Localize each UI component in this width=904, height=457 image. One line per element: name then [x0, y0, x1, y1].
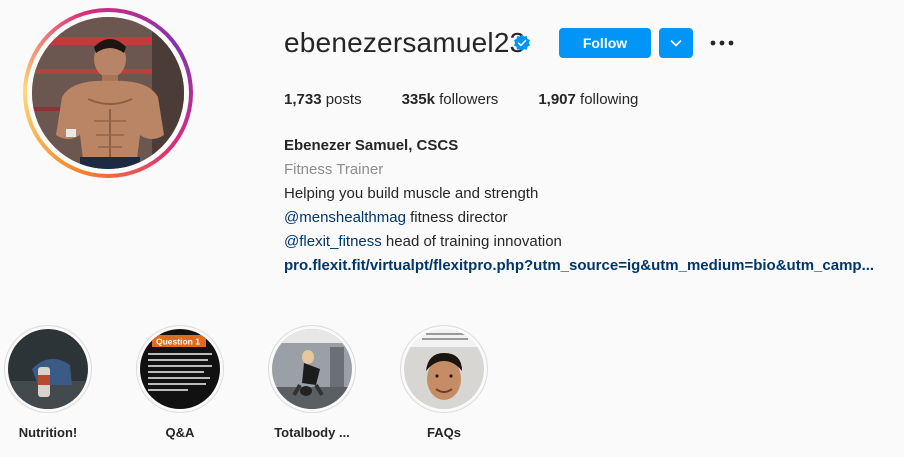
chevron-down-icon — [670, 39, 682, 47]
profile-stats: 1,733 posts 335k followers 1,907 followi… — [284, 91, 678, 108]
highlight-cover-image: Question 1 — [140, 329, 220, 409]
posts-label: posts — [325, 91, 362, 108]
highlight-ring[interactable] — [268, 325, 356, 413]
profile-avatar[interactable] — [32, 17, 184, 169]
bio-external-link[interactable]: pro.flexit.fit/virtualpt/flexitpro.php?u… — [284, 254, 874, 278]
posts-count: 1,733 — [284, 91, 322, 108]
avatar-photo — [32, 17, 184, 169]
bio-mention-line: @menshealthmag fitness director — [284, 206, 874, 230]
followers-count[interactable]: 335k — [402, 91, 435, 108]
highlight-ring[interactable] — [4, 325, 92, 413]
posts-stat: 1,733 posts — [284, 91, 362, 108]
following-stat[interactable]: 1,907 following — [538, 91, 638, 108]
highlight-label: FAQs — [427, 425, 461, 440]
highlight-cover[interactable] — [8, 329, 88, 409]
bio-mention-line: @flexit_fitness head of training innovat… — [284, 230, 874, 254]
bio-line: Helping you build muscle and strength — [284, 185, 539, 202]
suggested-accounts-dropdown-button[interactable] — [659, 28, 693, 58]
highlight-cover[interactable]: Question 1 — [140, 329, 220, 409]
more-options-icon — [710, 40, 734, 46]
followers-stat[interactable]: 335k followers — [402, 91, 499, 108]
highlight-card-title: Question 1 — [156, 337, 200, 347]
verified-badge-icon — [513, 34, 531, 52]
highlight-ring[interactable] — [400, 325, 488, 413]
follow-button[interactable]: Follow — [559, 28, 651, 58]
story-highlight-faqs[interactable]: FAQs — [399, 325, 489, 440]
following-label[interactable]: following — [580, 91, 638, 108]
mention-suffix: fitness director — [405, 209, 508, 226]
mention-link-flexit-fitness[interactable]: @flexit_fitness — [284, 233, 382, 250]
story-highlight-qa[interactable]: Question 1 Q&A — [135, 325, 225, 440]
story-highlight-nutrition[interactable]: Nutrition! — [3, 325, 93, 440]
highlight-label: Totalbody ... — [274, 425, 350, 440]
highlight-cover-image — [8, 329, 88, 409]
mention-link-menshealthmag[interactable]: @menshealthmag — [284, 209, 406, 226]
more-options-button[interactable] — [707, 32, 737, 54]
profile-bio: Ebenezer Samuel, CSCS Fitness Trainer He… — [284, 134, 874, 278]
highlight-cover-image — [272, 329, 352, 409]
profile-avatar-ring[interactable] — [23, 8, 193, 178]
story-highlight-totalbody[interactable]: Totalbody ... — [267, 325, 357, 440]
highlight-cover[interactable] — [404, 329, 484, 409]
profile-username: ebenezersamuel23 — [284, 27, 526, 58]
profile-category: Fitness Trainer — [284, 161, 384, 178]
followers-label[interactable]: followers — [439, 91, 498, 108]
highlight-ring[interactable]: Question 1 — [136, 325, 224, 413]
highlight-cover-image — [404, 329, 484, 409]
highlight-cover[interactable] — [272, 329, 352, 409]
highlight-label: Nutrition! — [18, 425, 78, 440]
following-count[interactable]: 1,907 — [538, 91, 576, 108]
profile-full-name: Ebenezer Samuel, CSCS — [284, 137, 459, 154]
mention-suffix: head of training innovation — [381, 233, 562, 250]
highlight-label: Q&A — [165, 425, 195, 440]
